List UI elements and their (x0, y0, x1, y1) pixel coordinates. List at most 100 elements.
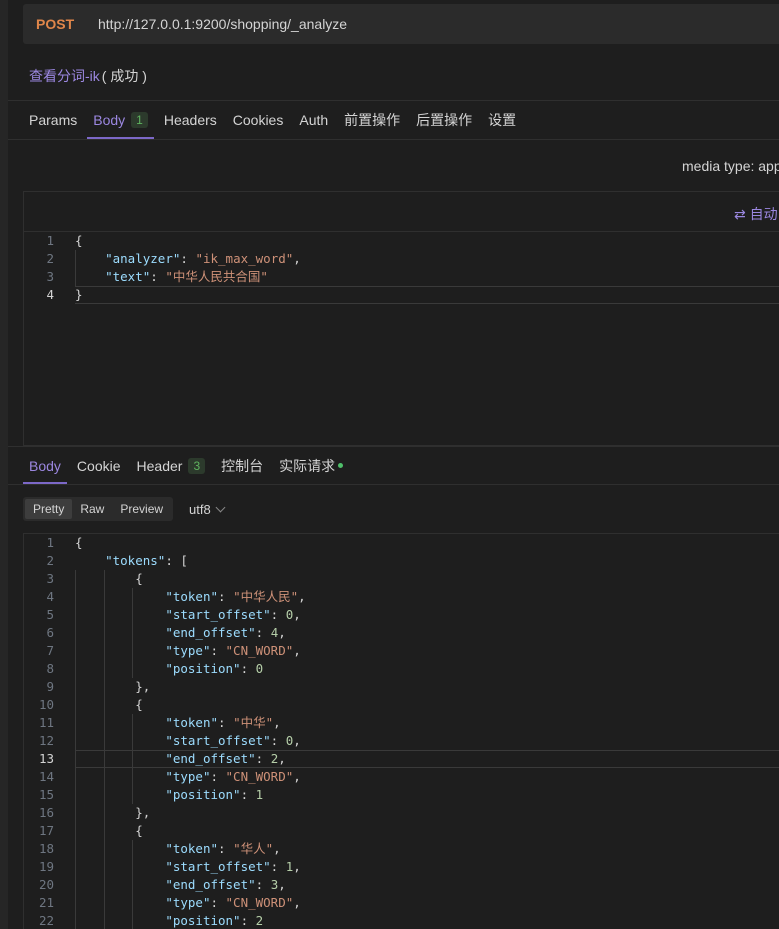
response-tab-cookie[interactable]: Cookie (77, 447, 121, 484)
view-mode-pretty-button[interactable]: Pretty (25, 499, 73, 519)
code-text: "type": "CN_WORD", (165, 895, 301, 910)
request-tab-body[interactable]: Body 1 (87, 101, 154, 139)
code-text: "text": "中华人民共合国" (105, 269, 268, 284)
tab-label: Header (136, 457, 183, 474)
request-body-code[interactable]: 1{2 "analyzer": "ik_max_word", 3 "text": … (24, 232, 779, 304)
line-number: 20 (38, 877, 54, 892)
response-tab-5[interactable]: 实际请求 (279, 447, 344, 484)
request-status: ( 成功 ) (101, 68, 147, 84)
code-line: 3 "text": "中华人民共合国" (24, 268, 779, 286)
line-number: 15 (38, 787, 54, 802)
response-body-code[interactable]: 1{2 "tokens": [3 {4 "token": "中华人民", 5 "s… (24, 534, 779, 929)
encoding-value: utf8 (189, 501, 211, 517)
line-number: 8 (46, 661, 54, 676)
view-mode-switch: Pretty Raw Preview (23, 497, 174, 521)
code-line: 5 "start_offset": 0, (24, 606, 779, 624)
current-line-highlight (75, 286, 779, 304)
encoding-select[interactable]: utf8 (189, 501, 226, 517)
request-name-label[interactable]: 查看分词-ik (29, 68, 100, 84)
tab-label: 控制台 (221, 457, 264, 474)
line-number: 6 (46, 625, 54, 640)
code-line: 16 }, (24, 804, 779, 822)
line-number: 4 (46, 589, 54, 604)
code-text: { (135, 823, 143, 838)
code-text: "start_offset": 1, (165, 859, 301, 874)
code-line: 13 "end_offset": 2, (24, 750, 779, 768)
request-tab-6[interactable]: 前置操作 (344, 101, 400, 139)
line-number: 18 (38, 841, 54, 856)
line-number: 2 (46, 553, 54, 568)
tab-label: Body (93, 112, 126, 128)
line-number: 14 (38, 769, 54, 784)
line-number: 3 (46, 269, 54, 284)
line-number: 17 (38, 823, 54, 838)
code-line: 4} (24, 286, 779, 304)
code-text: "end_offset": 3, (165, 877, 286, 892)
code-text: { (135, 571, 143, 586)
code-line: 21 "type": "CN_WORD", (24, 894, 779, 912)
code-text: "type": "CN_WORD", (165, 769, 301, 784)
tab-label: 后置操作 (416, 112, 473, 128)
request-tabs: Params Body 1 Headers Cookies Auth 前置操作 后置操作 设置 (8, 100, 779, 140)
code-text: "start_offset": 0, (165, 607, 301, 622)
request-tab-headers[interactable]: Headers (164, 101, 217, 139)
url-input[interactable]: http://127.0.0.1:9200/shopping/_analyze (98, 16, 347, 32)
line-number: 4 (46, 287, 54, 302)
line-number: 16 (38, 805, 54, 820)
view-mode-raw-button[interactable]: Raw (72, 499, 112, 519)
code-text: { (75, 233, 83, 248)
status-dot-icon (338, 463, 344, 468)
response-tab-4[interactable]: 控制台 (221, 447, 263, 484)
code-text: "token": "中华人民", (165, 589, 306, 604)
code-line: 1{ (24, 232, 779, 250)
tab-label: Headers (163, 112, 217, 128)
code-text: { (135, 697, 143, 712)
code-line: 12 "start_offset": 0, (24, 732, 779, 750)
indent-guide (132, 840, 133, 929)
request-body-editor[interactable]: ⇄ 自动 (23, 191, 779, 446)
code-text: "end_offset": 2, (165, 751, 286, 766)
code-text: }, (135, 805, 151, 820)
indent-guide (104, 570, 105, 929)
line-number: 19 (38, 859, 54, 874)
line-number: 13 (38, 751, 54, 766)
code-text: "end_offset": 4, (165, 625, 286, 640)
code-line: 10 { (24, 696, 779, 714)
tab-label: Params (29, 112, 78, 128)
code-line: 6 "end_offset": 4, (24, 624, 779, 642)
view-mode-preview-button[interactable]: Preview (112, 499, 171, 519)
response-tab-header[interactable]: Header 3 (137, 447, 206, 484)
code-line: 1{ (24, 534, 779, 552)
line-number: 10 (38, 697, 54, 712)
line-number: 9 (46, 679, 54, 694)
code-text: "start_offset": 0, (165, 733, 301, 748)
chevron-down-icon (215, 502, 226, 512)
code-text: "token": "华人", (165, 841, 281, 856)
request-tab-auth[interactable]: Auth (299, 101, 328, 139)
code-text: }, (135, 679, 151, 694)
request-tab-params[interactable]: Params (29, 101, 77, 139)
count-badge: 3 (188, 457, 206, 474)
tab-label: Cookie (76, 457, 121, 474)
code-line: 2 "analyzer": "ik_max_word", (24, 250, 779, 268)
code-text: } (75, 287, 83, 302)
code-text: "analyzer": "ik_max_word", (105, 251, 301, 266)
url-bar[interactable]: POST http://127.0.0.1:9200/shopping/_ana… (23, 4, 779, 44)
left-panel-edge (0, 0, 8, 929)
request-tab-7[interactable]: 后置操作 (416, 101, 472, 139)
tab-label: 设置 (488, 112, 517, 128)
line-number: 3 (46, 571, 54, 586)
code-line: 22 "position": 2 (24, 912, 779, 929)
response-tab-body[interactable]: Body (23, 447, 67, 484)
request-tab-cookies[interactable]: Cookies (233, 101, 284, 139)
code-line: 7 "type": "CN_WORD", (24, 642, 779, 660)
media-type-selector[interactable]: media type: app (682, 158, 779, 174)
http-method[interactable]: POST (36, 16, 98, 32)
auto-format-button[interactable]: ⇄ 自动 (734, 204, 778, 224)
code-line: 14 "type": "CN_WORD", (24, 768, 779, 786)
tab-label: Cookies (232, 112, 284, 128)
auto-format-label: 自动 (749, 206, 778, 222)
request-tab-8[interactable]: 设置 (488, 101, 516, 139)
line-number: 11 (38, 715, 54, 730)
code-line: 4 "token": "中华人民", (24, 588, 779, 606)
